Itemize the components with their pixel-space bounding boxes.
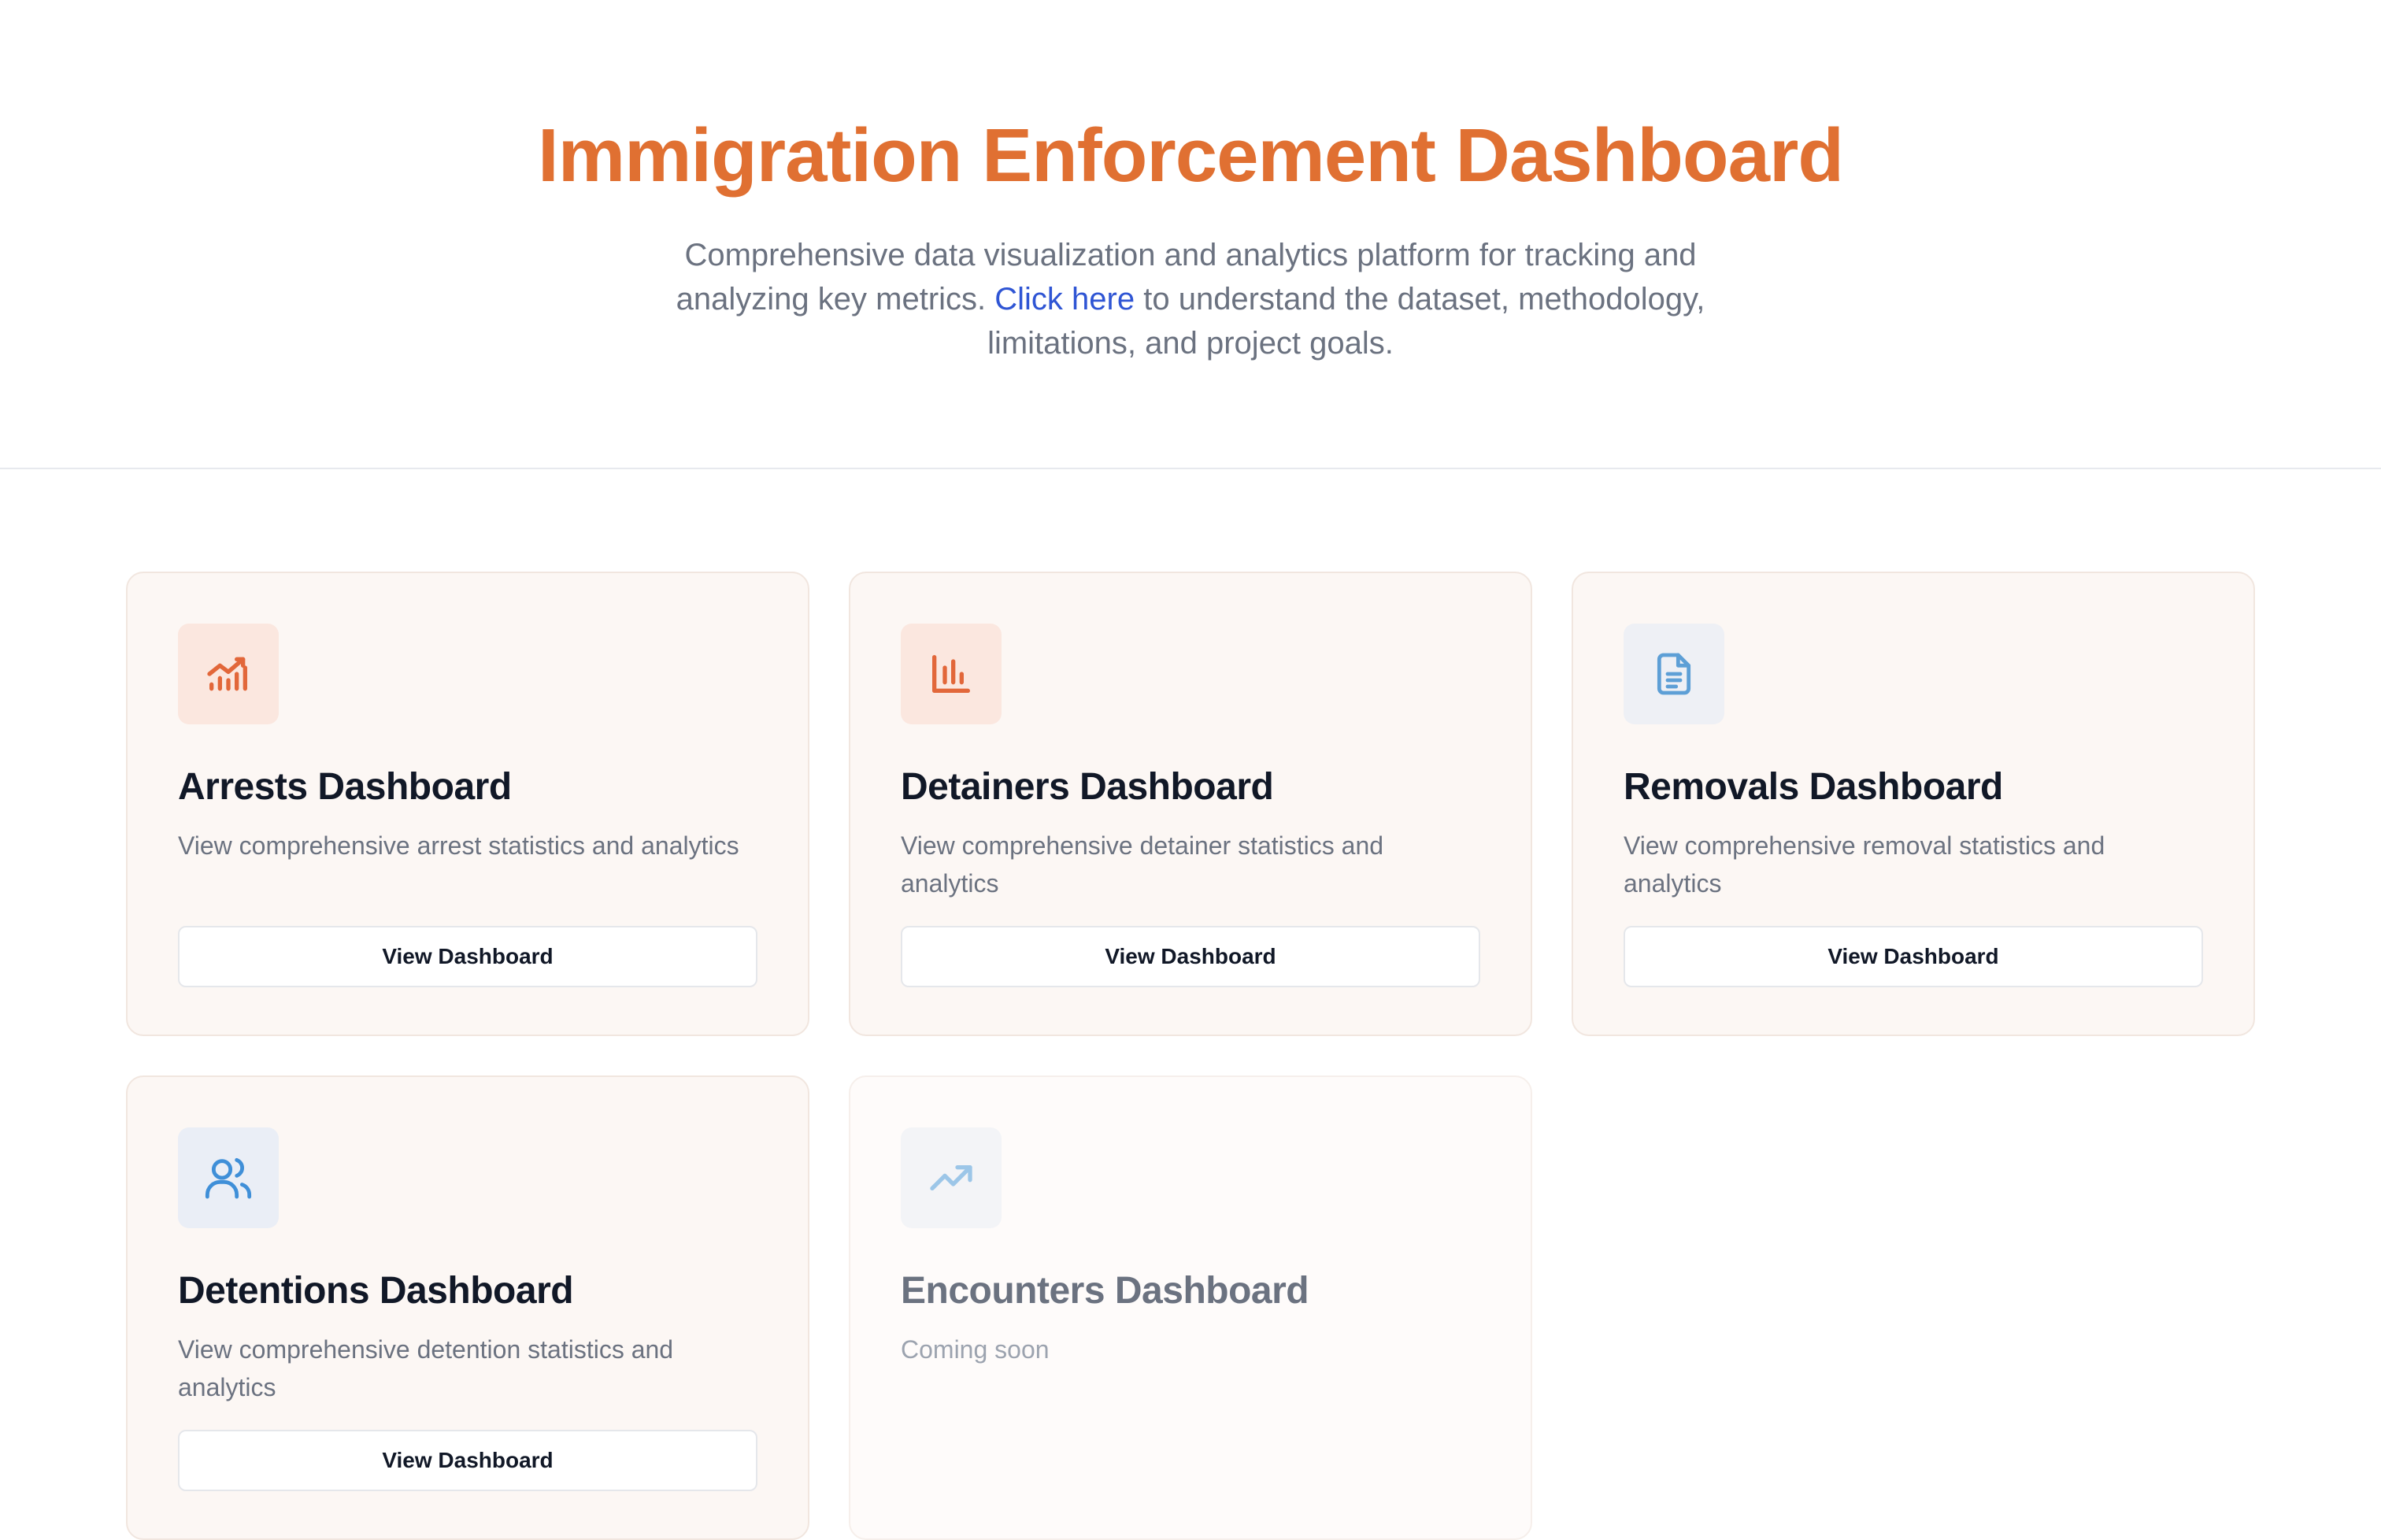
card-description: View comprehensive detainer statistics a…	[901, 831, 1384, 898]
card-description: View comprehensive detention statistics …	[178, 1335, 674, 1401]
arrests-dashboard-card: Arrests Dashboard View comprehensive arr…	[126, 572, 809, 1036]
encounters-dashboard-card: Encounters Dashboard Coming soon	[849, 1075, 1532, 1540]
users-icon	[178, 1127, 279, 1228]
card-title: Detentions Dashboard	[178, 1270, 574, 1312]
detainers-dashboard-card: Detainers Dashboard View comprehensive d…	[849, 572, 1532, 1036]
view-arrests-dashboard-button[interactable]: View Dashboard	[178, 926, 757, 987]
card-title: Removals Dashboard	[1624, 766, 2003, 808]
card-description: View comprehensive arrest statistics and…	[178, 831, 739, 860]
removals-dashboard-card: Removals Dashboard View comprehensive re…	[1572, 572, 2255, 1036]
chart-line-bars-icon	[178, 624, 279, 724]
document-icon	[1624, 624, 1724, 724]
card-title: Encounters Dashboard	[901, 1270, 1309, 1312]
card-title: Arrests Dashboard	[178, 766, 512, 808]
page-header: Immigration Enforcement Dashboard Compre…	[0, 0, 2381, 469]
bar-chart-icon	[901, 624, 1002, 724]
card-description: View comprehensive removal statistics an…	[1624, 831, 2105, 898]
view-detainers-dashboard-button[interactable]: View Dashboard	[901, 926, 1480, 987]
view-detentions-dashboard-button[interactable]: View Dashboard	[178, 1430, 757, 1491]
methodology-link[interactable]: Click here	[994, 282, 1135, 317]
view-removals-dashboard-button[interactable]: View Dashboard	[1624, 926, 2203, 987]
trending-up-icon	[901, 1127, 1002, 1228]
card-title: Detainers Dashboard	[901, 766, 1274, 808]
page-title: Immigration Enforcement Dashboard	[538, 113, 1844, 198]
card-status: Coming soon	[901, 1335, 1050, 1364]
page-subtitle: Comprehensive data visualization and ana…	[639, 233, 1742, 365]
detentions-dashboard-card: Detentions Dashboard View comprehensive …	[126, 1075, 809, 1540]
